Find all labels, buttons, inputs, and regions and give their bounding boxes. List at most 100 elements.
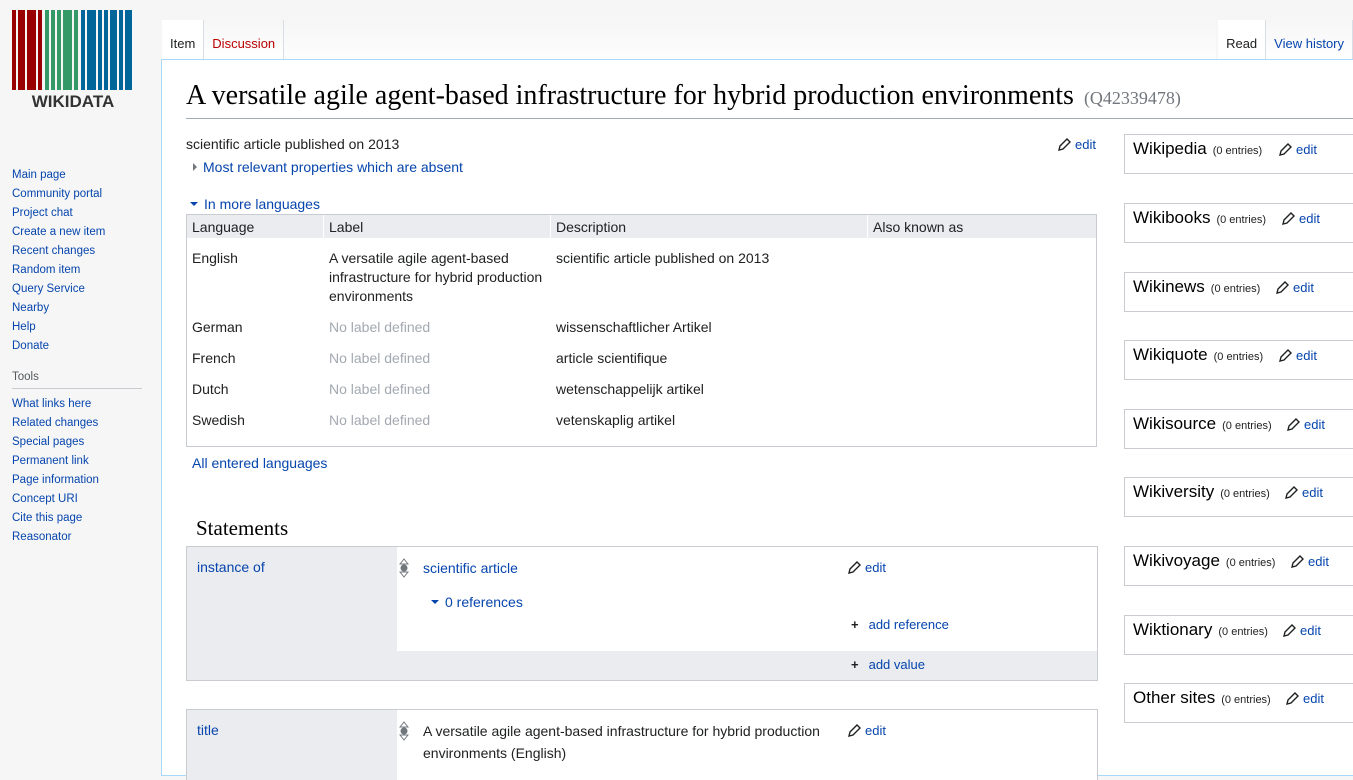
tools-heading: Tools [12,371,142,389]
add-value-button[interactable]: + add value [851,657,925,672]
row-language: French [192,350,236,366]
edit-label: edit [1293,280,1314,295]
collapse-arrow-icon [190,202,198,206]
all-entered-languages-link[interactable]: All entered languages [192,455,327,471]
add-reference-button[interactable]: + add reference [851,617,949,632]
edit-label: edit [1302,485,1323,500]
tool-related-changes[interactable]: Related changes [12,414,99,433]
sitelink-group-wiktionary: Wiktionary (0 entries) edit [1124,615,1353,655]
edit-sitelinks-button[interactable]: edit [1285,485,1323,500]
sitelink-group-wikipedia: Wikipedia (0 entries) edit [1124,134,1353,174]
sitelink-group-title: Wiktionary (0 entries) [1133,620,1268,640]
pencil-icon [848,561,861,574]
sitelink-group-title: Wikiquote (0 entries) [1133,345,1263,365]
sitelink-count: (0 entries) [1220,488,1270,500]
tool-permanent-link[interactable]: Permanent link [12,452,99,471]
nav-project-chat[interactable]: Project chat [12,204,105,223]
in-more-languages-label: In more languages [204,196,320,212]
edit-label: edit [1303,691,1324,706]
sitelink-group-title: Wikiversity (0 entries) [1133,482,1270,502]
header-also-known-as: Also known as [873,219,964,235]
sitelink-count: (0 entries) [1213,351,1264,363]
tool-reasonator[interactable]: Reasonator [12,528,99,547]
relevant-properties-label: Most relevant properties which are absen… [203,159,463,175]
relevant-properties-toggle[interactable]: Most relevant properties which are absen… [193,159,463,175]
rank-selector-icon[interactable] [399,557,409,579]
tab-strip [282,20,1216,60]
nav-random-item[interactable]: Random item [12,261,105,280]
in-more-languages-toggle[interactable]: In more languages [190,196,320,212]
logo-text: WIKIDATA [32,92,114,110]
tool-what-links-here[interactable]: What links here [12,395,99,414]
pencil-icon [1286,692,1299,705]
row-description: wissenschaftlicher Artikel [556,319,712,335]
nav-recent-changes[interactable]: Recent changes [12,242,105,261]
tab-discussion[interactable]: Discussion [204,20,285,60]
row-label: No label defined [329,319,431,335]
row-description: vetenskaplig artikel [556,412,676,428]
tab-read[interactable]: Read [1218,20,1267,60]
pencil-icon [1282,212,1295,225]
edit-sitelinks-button[interactable]: edit [1283,623,1321,638]
row-description: wetenschappelijk artikel [556,381,704,397]
sitelink-group-wikiversity: Wikiversity (0 entries) edit [1124,477,1353,517]
content-area: A versatile agile agent-based infrastruc… [161,59,1353,780]
row-language: Swedish [192,412,245,428]
tool-page-information[interactable]: Page information [12,471,99,490]
sitelink-group-wikiquote: Wikiquote (0 entries) edit [1124,340,1353,380]
statement-body: scientific article edit 0 references + a… [397,547,1097,651]
edit-statement-button[interactable]: edit [848,560,886,575]
nav-nearby[interactable]: Nearby [12,299,105,318]
property-title[interactable]: title [197,722,219,738]
edit-sitelinks-button[interactable]: edit [1291,554,1329,569]
expand-arrow-icon [193,163,197,171]
statement-body: A versatile agile agent-based infrastruc… [397,710,1097,780]
references-label: 0 references [445,594,523,610]
tool-special-pages[interactable]: Special pages [12,433,99,452]
edit-sitelinks-button[interactable]: edit [1276,280,1314,295]
edit-description-button[interactable]: edit [1058,137,1096,152]
row-language: German [192,319,243,335]
tab-view-history[interactable]: View history [1266,20,1353,60]
sitelink-count: (0 entries) [1212,145,1263,157]
edit-statement-button[interactable]: edit [848,723,886,738]
edit-sitelinks-button[interactable]: edit [1279,348,1317,363]
edit-label: edit [1296,348,1317,363]
tool-cite-this-page[interactable]: Cite this page [12,509,99,528]
edit-sitelinks-button[interactable]: edit [1286,691,1324,706]
nav-donate[interactable]: Donate [12,337,105,356]
wikidata-logo[interactable]: WIKIDATA [12,10,134,110]
nav-main-page[interactable]: Main page [12,166,105,185]
pencil-icon [1287,418,1300,431]
row-label: No label defined [329,412,431,428]
sitelink-group-name: Wikiversity [1133,482,1215,501]
edit-sitelinks-button[interactable]: edit [1287,417,1325,432]
statement-value-link[interactable]: scientific article [423,557,518,579]
sitelink-group-wikinews: Wikinews (0 entries) edit [1124,272,1353,312]
edit-sitelinks-button[interactable]: edit [1279,142,1317,157]
references-toggle[interactable]: 0 references [431,594,523,610]
edit-sitelinks-button[interactable]: edit [1282,211,1320,226]
page-title: A versatile agile agent-based infrastruc… [186,80,1353,119]
tab-item[interactable]: Item [162,20,205,60]
nav-query-service[interactable]: Query Service [12,280,105,299]
nav-help[interactable]: Help [12,318,105,337]
nav-community-portal[interactable]: Community portal [12,185,105,204]
sitelink-group-name: Wiktionary [1133,620,1213,639]
pencil-icon [1291,555,1304,568]
edit-label: edit [1304,417,1325,432]
sitelink-group-name: Wikinews [1133,277,1205,296]
sitelink-group-title: Wikipedia (0 entries) [1133,139,1262,159]
nav-create-new-item[interactable]: Create a new item [12,223,105,242]
sitelink-group-wikisource: Wikisource (0 entries) edit [1124,409,1353,449]
pencil-icon [1279,349,1292,362]
sitelink-group-other-sites: Other sites (0 entries) edit [1124,683,1353,723]
property-instance-of[interactable]: instance of [197,559,265,575]
sitelink-group-name: Wikibooks [1133,208,1211,227]
tool-concept-uri[interactable]: Concept URI [12,490,99,509]
pencil-icon [1285,486,1298,499]
row-label: No label defined [329,350,431,366]
statement-group-title: title A versatile agile agent-based infr… [186,709,1098,780]
namespace-tabs: Item Discussion [162,20,285,60]
rank-selector-icon[interactable] [399,720,409,742]
